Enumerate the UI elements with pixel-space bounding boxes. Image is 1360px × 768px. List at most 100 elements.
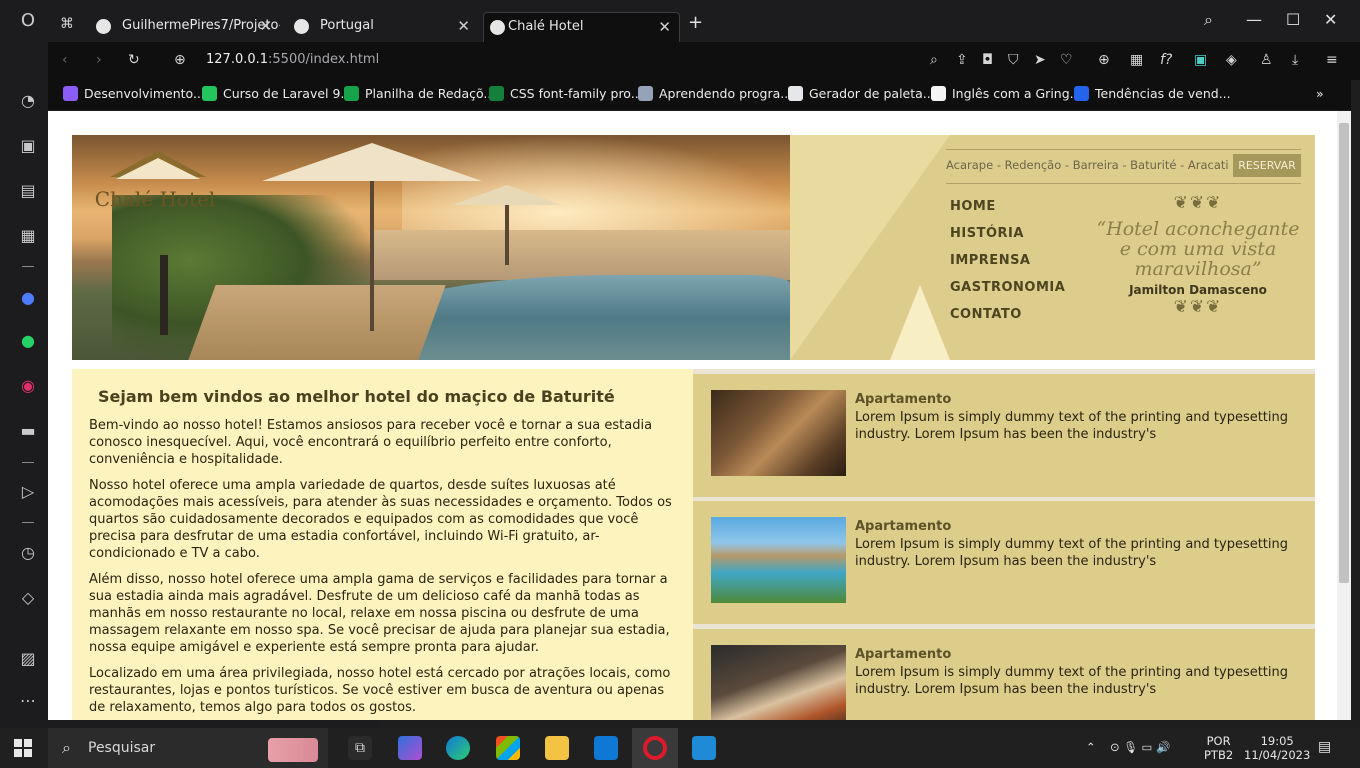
menu-imprensa[interactable]: IMPRENSA	[950, 253, 1065, 280]
speed-dial-icon[interactable]: ◔	[17, 90, 39, 112]
menu-gastronomia[interactable]: GASTRONOMIA	[950, 280, 1065, 307]
start-button[interactable]	[14, 739, 32, 757]
apartment-card[interactable]: Apartamento Lorem Ipsum is simply dummy …	[693, 629, 1315, 720]
messenger-icon[interactable]: ●	[17, 287, 39, 309]
bookmark-item[interactable]: Aprendendo progra...	[638, 86, 792, 101]
bookmark-item[interactable]: Gerador de paleta...	[788, 86, 935, 101]
opera-taskbar-button[interactable]	[632, 728, 678, 768]
tab-island-icon[interactable]: ⌘	[60, 16, 74, 32]
box-icon[interactable]: ◇	[17, 587, 39, 609]
apartment-card[interactable]: Apartamento Lorem Ipsum is simply dummy …	[693, 501, 1315, 624]
menu-contato[interactable]: CONTATO	[950, 307, 1065, 334]
bookmark-favicon-icon	[63, 86, 78, 101]
translate-icon[interactable]: ▦	[1130, 52, 1143, 68]
windows-taskbar: ⌕ Pesquisar ⧉ ⌃ ⊙ 🎙 ▭ 🔊 POR PTB2 19:05 1…	[0, 728, 1360, 768]
tab-portugal[interactable]: Portugal ✕	[282, 12, 478, 42]
search-tabs-icon[interactable]: ⌕	[1204, 10, 1213, 30]
bookmark-item[interactable]: Tendências de vend...	[1074, 86, 1231, 101]
taskbar-search[interactable]: ⌕ Pesquisar	[48, 728, 328, 768]
welcome-section: Sejam bem vindos ao melhor hotel do maçi…	[72, 369, 693, 720]
bookmark-item[interactable]: Inglês com a Gring...	[931, 86, 1082, 101]
edge-icon[interactable]	[446, 736, 470, 760]
notifications-icon[interactable]: ▤	[1318, 740, 1331, 754]
twitch-icon[interactable]: ▤	[17, 180, 39, 202]
testimonial-quote: “Hotel aconchegante e com uma vista mara…	[1096, 218, 1300, 280]
tab-github[interactable]: GuilhermePires7/Projeto-Ja ✕	[84, 12, 280, 42]
new-tab-button[interactable]: +	[688, 12, 703, 33]
menu-historia[interactable]: HISTÓRIA	[950, 226, 1065, 253]
shield-icon[interactable]: ⛉	[1008, 52, 1019, 68]
minimize-icon[interactable]: —	[1246, 10, 1262, 29]
forward-icon[interactable]: ›	[96, 52, 102, 68]
site-info-icon[interactable]: ⊕	[174, 52, 186, 68]
opera-icon	[643, 736, 667, 760]
cube-icon[interactable]: ◈	[1226, 52, 1237, 68]
scrollbar-thumb[interactable]	[1339, 123, 1349, 583]
tray-chevron-icon[interactable]: ⌃	[1086, 740, 1096, 754]
search-placeholder: Pesquisar	[88, 740, 156, 756]
gallery-icon[interactable]: ▨	[17, 648, 39, 670]
camera-icon[interactable]: ◘	[982, 52, 993, 68]
hotel-logo[interactable]: Chalé Hotel	[90, 147, 220, 222]
maximize-icon[interactable]: ☐	[1286, 10, 1300, 29]
bookmarks-more-button[interactable]: »	[1316, 86, 1324, 101]
player-icon[interactable]: ▷	[17, 481, 39, 503]
file-explorer-icon[interactable]	[545, 736, 569, 760]
back-icon[interactable]: ‹	[62, 52, 68, 68]
bookmarks-bar: Desenvolvimento... Curso de Laravel 9...…	[48, 80, 1360, 110]
opera-logo-icon[interactable]: O	[17, 10, 39, 32]
site-header: Chalé Hotel Acarape - Redenção - Barreir…	[72, 135, 1315, 360]
apartment-card[interactable]: Apartamento Lorem Ipsum is simply dummy …	[693, 374, 1315, 497]
profile-icon[interactable]: ♙	[1260, 52, 1273, 68]
sidebar-separator	[22, 462, 34, 463]
close-tab-icon[interactable]: ✕	[658, 13, 671, 41]
instagram-icon[interactable]: ◉	[17, 375, 39, 397]
tab-label: Portugal	[320, 18, 374, 33]
reload-icon[interactable]: ↻	[128, 52, 140, 68]
history-icon[interactable]: ◷	[17, 542, 39, 564]
download-icon[interactable]: ⤓	[1292, 52, 1298, 68]
discord-icon[interactable]: ▬	[17, 420, 39, 442]
reserve-button[interactable]: RESERVAR	[1233, 154, 1301, 177]
copilot-icon[interactable]	[398, 736, 422, 760]
card-title: Apartamento	[855, 392, 952, 407]
apartment-cards: Apartamento Lorem Ipsum is simply dummy …	[693, 369, 1315, 720]
bookmark-item[interactable]: Planilha de Redaçõ...	[344, 86, 495, 101]
bookmark-favicon-icon	[638, 86, 653, 101]
clock[interactable]: 19:05 11/04/2023	[1244, 734, 1310, 762]
share-icon[interactable]: ⇪	[956, 52, 968, 68]
store-icon[interactable]	[496, 736, 520, 760]
heart-icon[interactable]: ♡	[1060, 52, 1073, 68]
bookmark-label: Inglês com a Gring...	[952, 86, 1082, 101]
bookmark-item[interactable]: Desenvolvimento...	[63, 86, 205, 101]
language-indicator[interactable]: POR PTB2	[1204, 734, 1233, 762]
more-icon[interactable]: ⋯	[17, 690, 39, 712]
bookmark-label: CSS font-family pro...	[510, 86, 643, 101]
close-window-icon[interactable]: ✕	[1324, 10, 1337, 29]
apartment-photo-pool	[711, 517, 846, 603]
background-window-edge	[1351, 80, 1360, 728]
close-tab-icon[interactable]: ✕	[259, 12, 272, 40]
card-text: Lorem Ipsum is simply dummy text of the …	[855, 537, 1289, 569]
search-page-icon[interactable]: ⌕	[930, 52, 938, 68]
font-finder-icon[interactable]: f?	[1160, 52, 1172, 68]
easy-setup-icon[interactable]: ≡	[1326, 52, 1338, 68]
menu-home[interactable]: HOME	[950, 199, 1065, 226]
bookmark-label: Planilha de Redaçõ...	[365, 86, 496, 101]
whatsapp-icon[interactable]: ●	[17, 330, 39, 352]
colorzilla-icon[interactable]: ▣	[1194, 52, 1207, 68]
url-field[interactable]: 127.0.0.1:5500/index.html	[206, 52, 379, 67]
tray-icons[interactable]: ⊙ 🎙 ▭ 🔊	[1110, 740, 1170, 754]
task-view-icon[interactable]: ⧉	[348, 736, 372, 760]
send-icon[interactable]: ➤	[1034, 52, 1046, 68]
mail-icon[interactable]	[594, 736, 618, 760]
extension-icon[interactable]: ▦	[17, 225, 39, 247]
bookmark-item[interactable]: CSS font-family pro...	[489, 86, 643, 101]
close-tab-icon[interactable]: ✕	[457, 12, 470, 40]
bookmark-item[interactable]: Curso de Laravel 9...	[202, 86, 352, 101]
page-scrollbar[interactable]	[1337, 111, 1351, 720]
tab-chale-hotel[interactable]: Chalé Hotel ✕	[483, 12, 680, 42]
add-extension-icon[interactable]: ⊕	[1098, 52, 1110, 68]
workspace-icon[interactable]: ▣	[17, 135, 39, 157]
vscode-icon[interactable]	[692, 736, 716, 760]
